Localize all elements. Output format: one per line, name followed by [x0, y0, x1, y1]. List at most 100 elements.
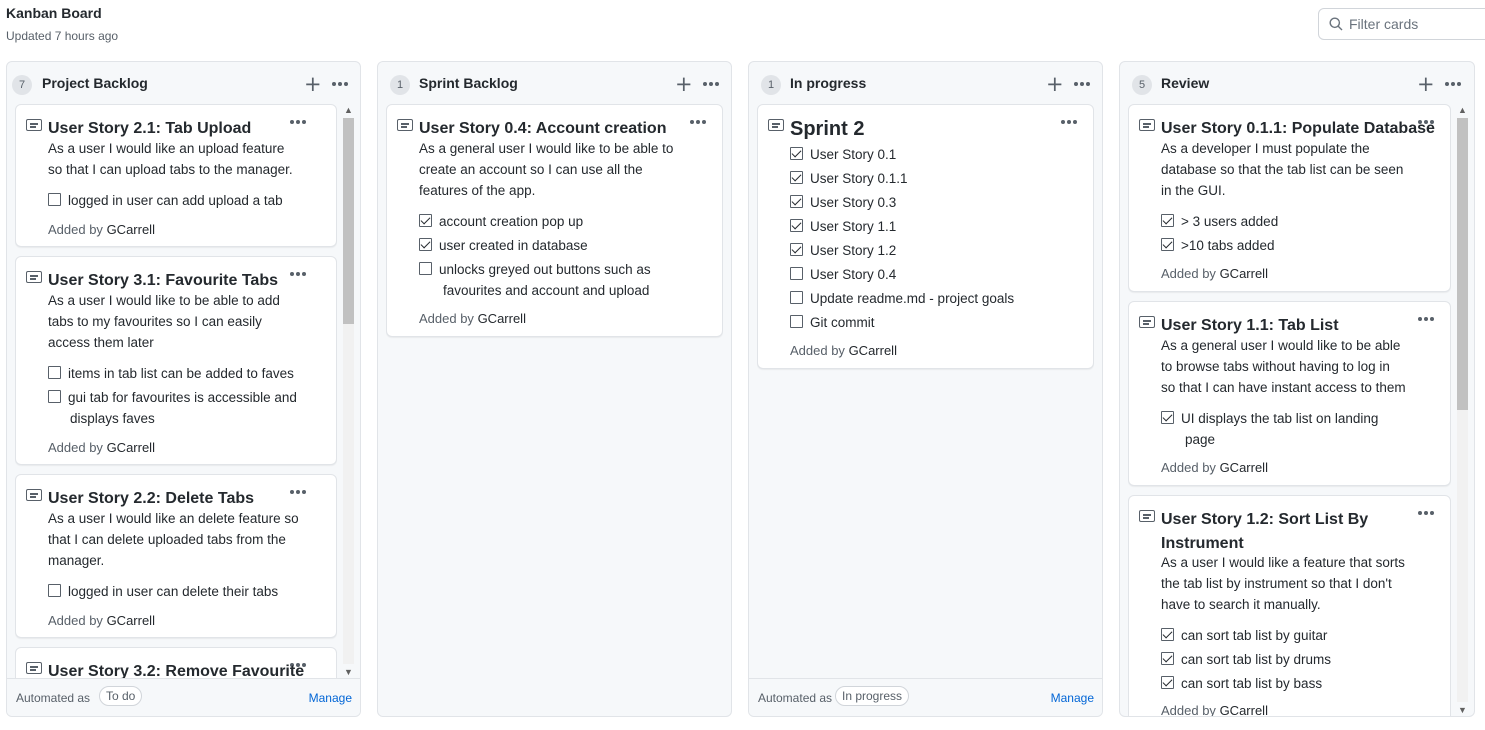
manage-automation-link[interactable]: Manage — [1051, 691, 1094, 705]
card-user-story-2-2[interactable]: User Story 2.2: Delete Tabs As a user I … — [15, 474, 337, 638]
scroll-up-arrow-icon[interactable]: ▲ — [342, 104, 355, 116]
note-icon — [26, 662, 42, 675]
description-line: features of the app. — [419, 183, 536, 198]
checkbox-icon[interactable] — [790, 315, 803, 328]
column-footer: Automated as To do Manage — [7, 678, 360, 716]
added-by-label: Added by — [1161, 460, 1216, 475]
kebab-horizontal-icon[interactable] — [1418, 317, 1434, 321]
checklist-item-label: Update readme.md - project goals — [810, 291, 1015, 306]
column-scrollbar[interactable]: ▲ ▼ — [1456, 104, 1469, 716]
added-by-label: Added by — [48, 222, 103, 237]
checkbox-icon[interactable] — [790, 219, 803, 232]
scrollbar-thumb[interactable] — [1457, 118, 1468, 410]
added-by-user[interactable]: GCarrell — [849, 343, 897, 358]
board-updated: Updated 7 hours ago — [6, 29, 119, 43]
scroll-up-arrow-icon[interactable]: ▲ — [1456, 104, 1469, 116]
kebab-horizontal-icon[interactable] — [1445, 82, 1463, 86]
scroll-down-arrow-icon[interactable]: ▼ — [342, 666, 355, 678]
plus-icon[interactable]: + — [304, 74, 322, 95]
added-by-user[interactable]: GCarrell — [1220, 703, 1268, 716]
added-by-user[interactable]: GCarrell — [1220, 460, 1268, 475]
card-user-story-2-1[interactable]: User Story 2.1: Tab Upload As a user I w… — [15, 104, 337, 247]
checklist-item-label: logged in user can delete their tabs — [68, 584, 279, 599]
checkbox-icon[interactable] — [419, 214, 432, 227]
checklist-item-label: User Story 1.1 — [810, 219, 897, 234]
description-line: to browse tabs without having to log in — [1161, 359, 1390, 374]
kebab-horizontal-icon[interactable] — [290, 120, 306, 124]
checkbox-icon[interactable] — [790, 267, 803, 280]
checkbox-icon[interactable] — [419, 262, 432, 275]
checkbox-icon[interactable] — [48, 390, 61, 403]
filter-cards-box[interactable] — [1318, 8, 1485, 40]
checkbox-icon[interactable] — [790, 243, 803, 256]
checkbox-icon[interactable] — [48, 584, 61, 597]
description-line: As a general user I would like to be abl… — [419, 141, 674, 156]
description-line: that I can delete uploaded tabs from the — [48, 532, 286, 547]
checkbox-icon[interactable] — [790, 147, 803, 160]
note-icon — [26, 489, 42, 502]
checkbox-icon[interactable] — [1161, 411, 1174, 424]
added-by-label: Added by — [48, 440, 103, 455]
scroll-down-arrow-icon[interactable]: ▼ — [1456, 704, 1469, 716]
kebab-horizontal-icon[interactable] — [332, 82, 350, 86]
kebab-horizontal-icon[interactable] — [1074, 82, 1092, 86]
board-title: Kanban Board — [6, 5, 102, 21]
plus-icon[interactable]: + — [675, 74, 693, 95]
checkbox-icon[interactable] — [1161, 214, 1174, 227]
kebab-horizontal-icon[interactable] — [1418, 511, 1434, 515]
checkbox-icon[interactable] — [1161, 238, 1174, 251]
plus-icon[interactable]: + — [1046, 74, 1064, 95]
card-description: As a developer I must populate the datab… — [1161, 138, 1403, 201]
checklist-item-label: gui tab for favourites is accessible and — [68, 390, 297, 405]
description-line: database so that the tab list can be see… — [1161, 162, 1404, 177]
checkbox-icon[interactable] — [1161, 652, 1174, 665]
card-sprint-2[interactable]: Sprint 2 User Story 0.1 User Story 0.1.1… — [757, 104, 1094, 369]
note-icon — [1139, 510, 1155, 523]
plus-icon[interactable]: + — [1417, 74, 1435, 95]
automation-badge: In progress — [835, 686, 910, 706]
added-by: Added by GCarrell — [1161, 460, 1268, 475]
kebab-horizontal-icon[interactable] — [690, 120, 706, 124]
column-footer: Automated as In progress Manage — [749, 678, 1102, 716]
column-header: 1 In progress + — [749, 62, 1102, 104]
added-by-user[interactable]: GCarrell — [107, 613, 155, 628]
description-line: so that I can upload tabs to the manager… — [48, 162, 293, 177]
checklist-item-label: Git commit — [810, 315, 875, 330]
added-by-user[interactable]: GCarrell — [478, 311, 526, 326]
kebab-horizontal-icon[interactable] — [1061, 120, 1077, 124]
description-line: As a user I would like an delete feature… — [48, 511, 299, 526]
kebab-horizontal-icon[interactable] — [290, 272, 306, 276]
description-line: have to search it manually. — [1161, 597, 1321, 612]
checkbox-icon[interactable] — [48, 193, 61, 206]
card-user-story-0-1-1[interactable]: User Story 0.1.1: Populate Database As a… — [1128, 104, 1451, 292]
kebab-horizontal-icon[interactable] — [703, 82, 721, 86]
column-scrollbar[interactable]: ▲ ▼ — [342, 104, 355, 678]
added-by-user[interactable]: GCarrell — [1220, 266, 1268, 281]
added-by-user[interactable]: GCarrell — [107, 222, 155, 237]
column-sprint-backlog: 1 Sprint Backlog + User Story 0.4: Accou… — [377, 61, 732, 717]
added-by: Added by GCarrell — [1161, 266, 1268, 281]
checklist-item-label: account creation pop up — [439, 214, 584, 229]
checkbox-icon[interactable] — [790, 195, 803, 208]
filter-cards-input[interactable] — [1349, 11, 1485, 37]
checkbox-icon[interactable] — [790, 291, 803, 304]
card-user-story-0-4[interactable]: User Story 0.4: Account creation As a ge… — [386, 104, 723, 337]
card-user-story-1-2[interactable]: User Story 1.2: Sort List By Instrument … — [1128, 495, 1451, 716]
card-user-story-3-2[interactable]: User Story 3.2: Remove Favourite — [15, 647, 337, 678]
scrollbar-track[interactable] — [1457, 118, 1468, 702]
manage-automation-link[interactable]: Manage — [309, 691, 352, 705]
added-by-user[interactable]: GCarrell — [107, 440, 155, 455]
card-user-story-1-1[interactable]: User Story 1.1: Tab List As a general us… — [1128, 301, 1451, 486]
card-user-story-3-1[interactable]: User Story 3.1: Favourite Tabs As a user… — [15, 256, 337, 465]
added-by-label: Added by — [1161, 266, 1216, 281]
scrollbar-thumb[interactable] — [343, 118, 354, 324]
checkbox-icon[interactable] — [1161, 628, 1174, 641]
kebab-horizontal-icon[interactable] — [290, 490, 306, 494]
checklist-item-label-cont: page — [1185, 432, 1216, 447]
added-by: Added by GCarrell — [48, 222, 155, 237]
scrollbar-track[interactable] — [343, 118, 354, 664]
checkbox-icon[interactable] — [48, 366, 61, 379]
checkbox-icon[interactable] — [790, 171, 803, 184]
checkbox-icon[interactable] — [419, 238, 432, 251]
checkbox-icon[interactable] — [1161, 676, 1174, 689]
